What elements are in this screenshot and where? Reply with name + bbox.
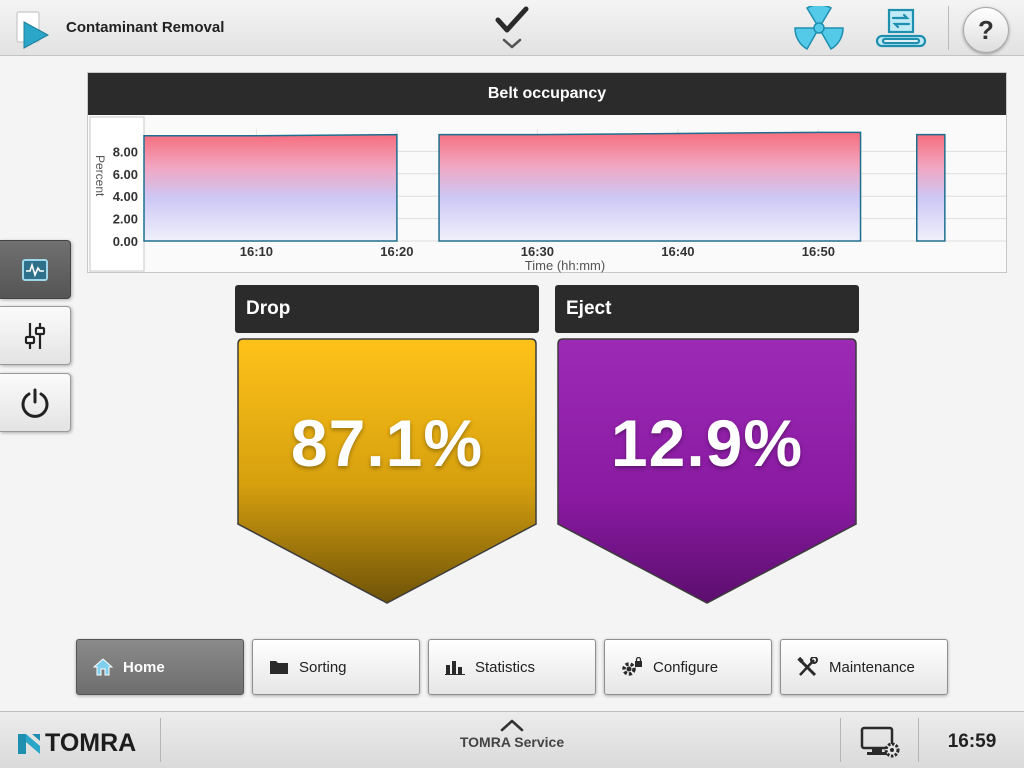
help-button[interactable]: ? [963,7,1009,53]
x-axis-label: Time (hh:mm) [525,258,605,273]
tomra-logo: TOMRA [16,729,136,758]
nav-statistics-label: Statistics [475,658,536,676]
occupancy-area-segment [916,133,946,242]
footer-separator [160,718,161,762]
x-tick-label: 16:20 [380,244,413,259]
y-tick-label: 0.00 [113,234,138,249]
gear-lock-icon [622,657,642,676]
footer-separator [918,718,919,762]
drop-label: Drop [246,298,291,319]
drop-header: Drop [235,285,539,333]
tomra-mark-icon [18,733,40,754]
app-title: Contaminant Removal [66,19,225,36]
remote-display-icon[interactable] [858,724,902,760]
side-button-power[interactable] [0,373,71,432]
nav-maintenance[interactable]: Maintenance [780,639,948,695]
home-icon [93,658,113,676]
power-icon [21,388,49,418]
footer-bar: TOMRA TOMRA Service 16:59 [0,711,1024,768]
radiation-icon[interactable] [793,6,845,52]
app-play-icon[interactable] [14,10,54,50]
x-tick-label: 16:10 [240,244,273,259]
nav-statistics[interactable]: Statistics [428,639,596,695]
top-bar: Contaminant Removal ? [0,0,1024,56]
occupancy-area-segment [143,133,398,242]
eject-header: Eject [555,285,859,333]
drop-value: 87.1% [290,406,484,480]
tools-icon [797,657,818,677]
footer-separator [840,718,841,762]
side-button-monitor[interactable] [0,240,71,299]
nav-home[interactable]: Home [76,639,244,695]
tomra-service-button[interactable]: TOMRA Service [440,718,584,766]
belt-cycle-icon[interactable] [873,6,929,52]
nav-maintenance-label: Maintenance [829,658,915,676]
y-axis-label: Percent [93,155,107,197]
nav-configure-label: Configure [653,658,719,676]
x-tick-label: 16:40 [661,244,694,259]
y-tick-label: 4.00 [113,189,138,204]
nav-configure[interactable]: Configure [604,639,772,695]
nav-home-label: Home [123,658,165,676]
sliders-icon [24,322,46,349]
y-tick-label: 6.00 [113,167,138,182]
x-tick-label: 16:50 [802,244,835,259]
eject-value: 12.9% [610,406,804,480]
clock: 16:59 [947,731,997,752]
bar-chart-icon [445,661,465,675]
nav-sorting-label: Sorting [299,658,347,676]
y-tick-label: 2.00 [113,212,138,227]
chart-title: Belt occupancy [88,73,1006,115]
nav-sorting[interactable]: Sorting [252,639,420,695]
service-label: TOMRA Service [459,734,565,750]
chevron-up-icon [500,719,524,732]
occupancy-area-segment [438,131,862,242]
eject-label: Eject [566,298,612,319]
folder-icon [270,661,288,674]
y-tick-label: 8.00 [113,144,138,159]
belt-occupancy-chart: 8.00 6.00 4.00 2.00 0.00 16:10 16:20 16:30 16:40… [89,116,1006,273]
monitor-graph-icon [22,258,48,281]
brand-name: TOMRA [45,729,137,757]
checkmark-icon[interactable] [494,4,530,52]
x-tick-label: 16:30 [521,244,554,259]
header-separator [948,6,949,50]
belt-occupancy-panel: Belt occupancy 8.00 6.00 4.00 2.00 0.00 16:10… [87,72,1007,273]
side-button-settings[interactable] [0,306,71,365]
